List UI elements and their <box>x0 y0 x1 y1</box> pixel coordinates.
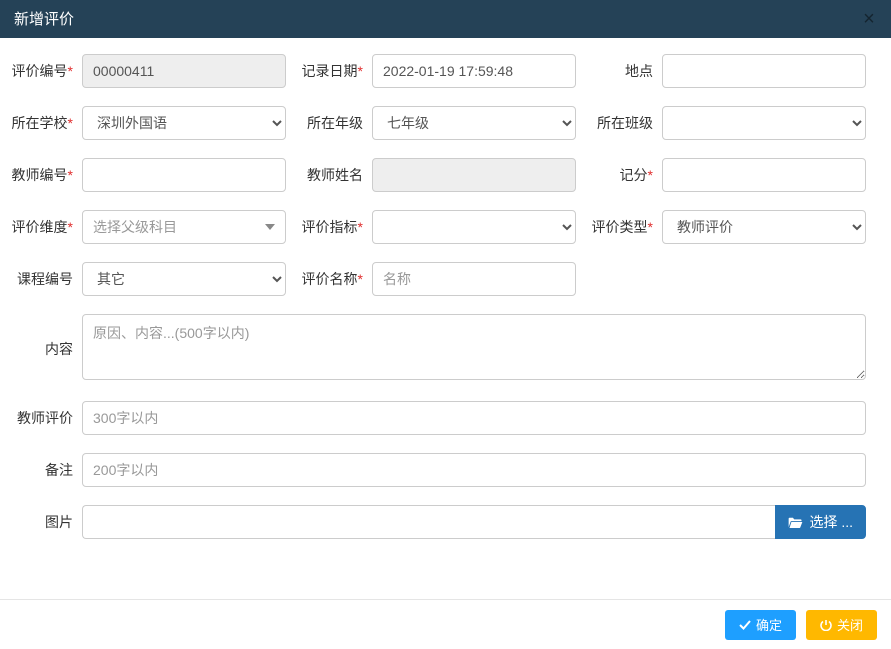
file-path-display <box>82 505 775 539</box>
choose-file-label: 选择 ... <box>809 512 853 532</box>
label-dimension: 评价维度* <box>10 217 82 237</box>
course-no-select[interactable]: 其它 <box>82 262 286 296</box>
label-indicator: 评价指标* <box>300 217 372 237</box>
label-eval-type: 评价类型* <box>590 217 662 237</box>
teacher-eval-input[interactable] <box>82 401 866 435</box>
eval-no-input <box>82 54 286 88</box>
check-icon <box>739 620 751 630</box>
content-textarea[interactable] <box>82 314 866 380</box>
close-icon[interactable]: × <box>857 0 881 38</box>
indicator-select[interactable] <box>372 210 576 244</box>
label-school: 所在学校* <box>10 113 82 133</box>
teacher-name-input <box>372 158 576 192</box>
remark-input[interactable] <box>82 453 866 487</box>
record-date-input[interactable] <box>372 54 576 88</box>
eval-type-select[interactable]: 教师评价 <box>662 210 866 244</box>
dimension-combo[interactable]: 选择父级科目 <box>82 210 286 244</box>
power-icon <box>820 619 832 631</box>
location-input[interactable] <box>662 54 866 88</box>
label-location: 地点 <box>590 61 662 81</box>
label-score: 记分* <box>590 165 662 185</box>
modal-header: 新增评价 × <box>0 0 891 38</box>
confirm-label: 确定 <box>756 615 782 634</box>
label-teacher-name: 教师姓名 <box>300 165 372 185</box>
teacher-no-input[interactable] <box>82 158 286 192</box>
label-eval-no: 评价编号* <box>10 61 82 81</box>
label-picture: 图片 <box>10 512 82 532</box>
form-body: 评价编号* 记录日期* 地点 所在学校* 深圳外国语 所在年级 七年级 所在班级… <box>0 38 891 539</box>
label-teacher-eval: 教师评价 <box>10 408 82 428</box>
modal-title: 新增评价 <box>14 11 74 28</box>
dimension-placeholder: 选择父级科目 <box>93 217 177 237</box>
label-grade: 所在年级 <box>300 113 372 133</box>
close-label: 关闭 <box>837 615 863 634</box>
label-remark: 备注 <box>10 460 82 480</box>
choose-file-button[interactable]: 选择 ... <box>775 505 866 539</box>
label-course-no: 课程编号 <box>10 269 82 289</box>
folder-open-icon <box>788 516 803 528</box>
modal-footer: 确定 关闭 <box>0 599 891 649</box>
label-eval-name: 评价名称* <box>300 269 372 289</box>
close-button[interactable]: 关闭 <box>806 610 877 640</box>
confirm-button[interactable]: 确定 <box>725 610 796 640</box>
label-teacher-no: 教师编号* <box>10 165 82 185</box>
school-select[interactable]: 深圳外国语 <box>82 106 286 140</box>
label-class: 所在班级 <box>590 113 662 133</box>
grade-select[interactable]: 七年级 <box>372 106 576 140</box>
label-record-date: 记录日期* <box>300 61 372 81</box>
class-select[interactable] <box>662 106 866 140</box>
label-content: 内容 <box>10 339 82 359</box>
score-input[interactable] <box>662 158 866 192</box>
eval-name-input[interactable] <box>372 262 576 296</box>
chevron-down-icon <box>265 224 275 230</box>
